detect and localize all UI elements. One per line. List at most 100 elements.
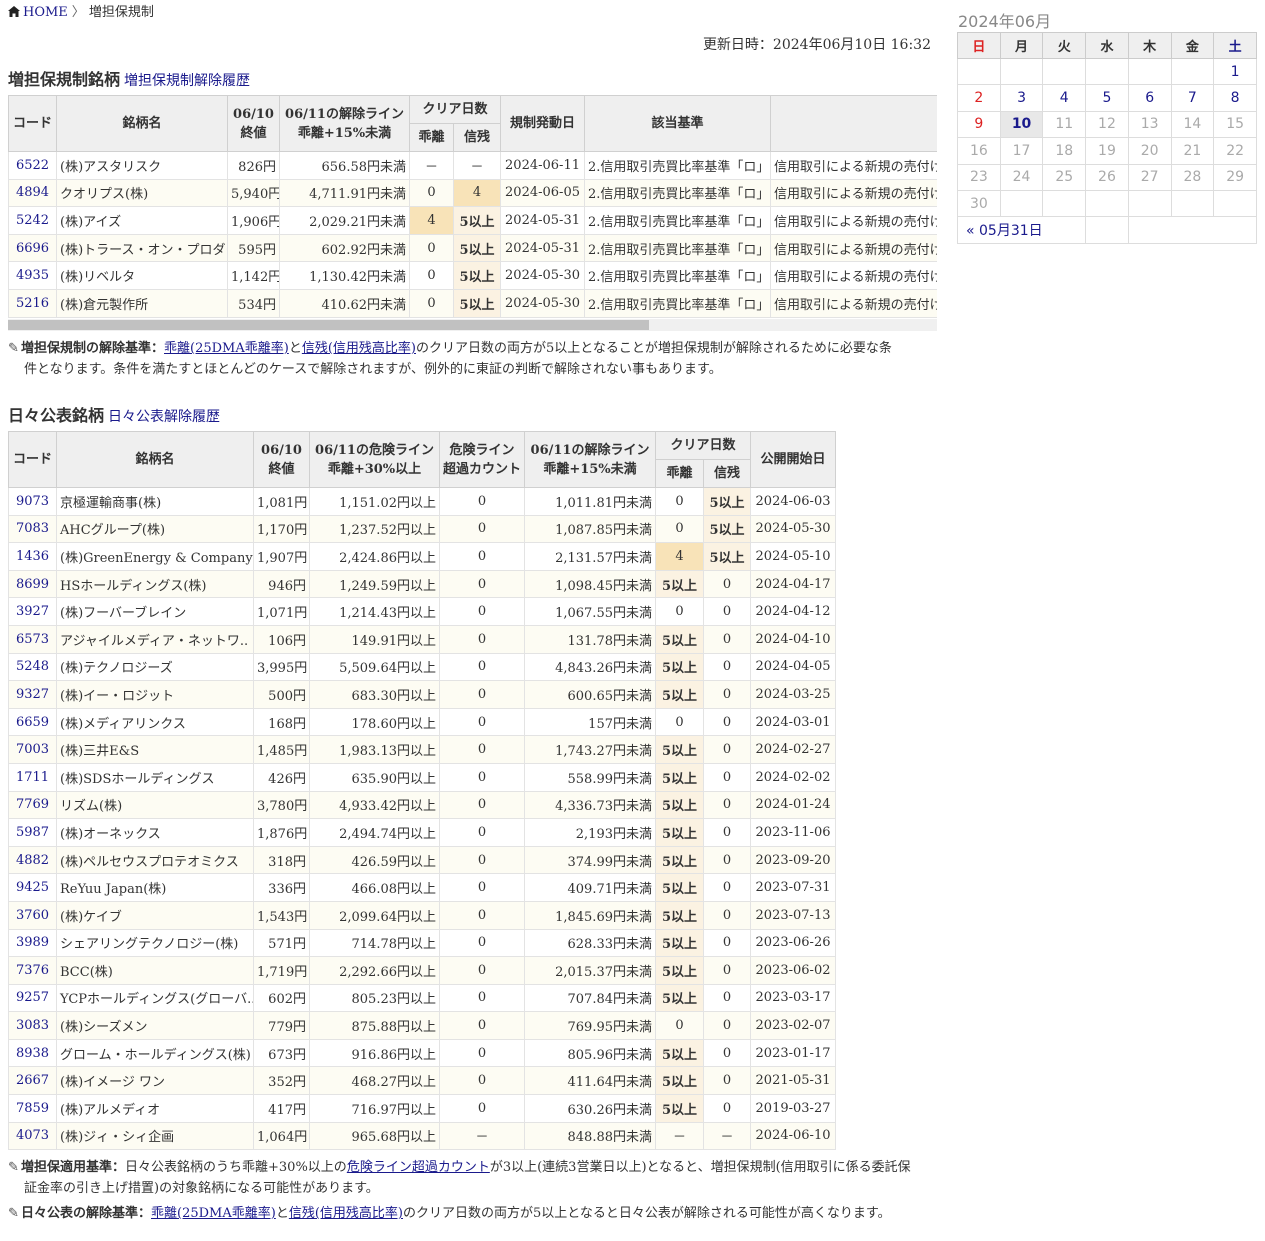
close-price-cell: 534円 (227, 288, 280, 318)
calendar-day[interactable]: 1 (1213, 57, 1257, 86)
code-cell: 4882 (8, 845, 57, 875)
calendar-day[interactable]: 8 (1213, 84, 1257, 112)
stock-code-link[interactable]: 8699 (16, 577, 49, 592)
start-date-cell: 2024-02-27 (750, 735, 837, 764)
criteria-cell: 2.信用取引売買比率基準「ロ」 (584, 178, 772, 208)
stock-code-link[interactable]: 6659 (16, 715, 49, 730)
shinzan-clear-cell: － (452, 151, 502, 180)
code-cell: 3989 (8, 928, 57, 958)
calendar-empty-cell (1127, 57, 1172, 86)
stock-code-link[interactable]: 2667 (16, 1073, 49, 1088)
shinzan-help-link[interactable]: 信残(信用残高比率) (289, 1206, 403, 1221)
stock-name-cell: シェアリングテクノロジー(株) (56, 928, 254, 958)
code-cell: 7003 (8, 735, 57, 764)
calendar-day[interactable]: 10 (999, 110, 1044, 139)
stock-code-link[interactable]: 5248 (16, 659, 49, 674)
code-cell: 6696 (8, 233, 57, 263)
th-shinzan: 信残 (702, 459, 752, 488)
danger-count-cell: 0 (439, 624, 525, 654)
shinzan-clear-cell: 0 (702, 707, 752, 737)
calendar-day[interactable]: 9 (957, 110, 1001, 139)
stock-code-link[interactable]: 7376 (16, 963, 49, 978)
stock-code-link[interactable]: 7859 (16, 1101, 49, 1116)
code-cell: 3927 (8, 597, 57, 626)
shinzan-clear-cell: 5以上 (702, 487, 752, 516)
danger-count-cell: 0 (439, 652, 525, 682)
stock-code-link[interactable]: 7083 (16, 521, 49, 536)
stock-code-link[interactable]: 4073 (16, 1128, 49, 1143)
stock-code-link[interactable]: 4935 (16, 268, 49, 283)
calendar-day[interactable]: 5 (1085, 84, 1129, 112)
stock-code-link[interactable]: 6522 (16, 158, 49, 173)
calendar-weekday: 火 (1042, 32, 1087, 59)
calendar-day: 21 (1170, 137, 1215, 165)
calendar-day[interactable]: 7 (1170, 84, 1215, 112)
stock-code-link[interactable]: 4894 (16, 185, 49, 200)
th-danger-count-sub: 超過カウント (443, 461, 522, 477)
release-line-cell: 628.33円未満 (524, 928, 656, 958)
code-cell: 4935 (8, 261, 57, 290)
trigger-date-cell: 2024-06-05 (500, 178, 586, 208)
release-line-cell: 411.64円未満 (524, 1066, 656, 1096)
stock-code-link[interactable]: 6573 (16, 632, 49, 647)
calendar-day[interactable]: 4 (1042, 84, 1087, 112)
note1-text-a: 日々公表銘柄のうち乖離+30%以上の (125, 1160, 347, 1175)
stock-code-link[interactable]: 9257 (16, 990, 49, 1005)
table-row: 3083 (株)シーズメン 779円 875.88円以上 0 769.95円未満 0 0 202… (8, 1011, 837, 1040)
kairi-help-link[interactable]: 乖離(25DMA乖離率) (164, 341, 289, 356)
code-cell: 4894 (8, 178, 57, 208)
start-date-cell: 2019-03-27 (750, 1094, 837, 1123)
danger-count-help-link[interactable]: 危険ライン超過カウント (347, 1160, 490, 1175)
stock-code-link[interactable]: 3083 (16, 1018, 49, 1033)
stock-code-link[interactable]: 3989 (16, 935, 49, 950)
stock-code-link[interactable]: 9327 (16, 687, 49, 702)
kairi-help-link[interactable]: 乖離(25DMA乖離率) (151, 1206, 276, 1221)
danger-count-cell: 0 (439, 873, 525, 902)
close-price-cell: 417円 (253, 1094, 310, 1123)
breadcrumb: HOME 〉増担保規制 (8, 4, 154, 22)
th-danger-line-title: 06/11の危険ライン (315, 442, 434, 458)
stock-code-link[interactable]: 1711 (16, 770, 49, 785)
start-date-cell: 2024-06-03 (750, 487, 837, 516)
release-line-cell: 769.95円未満 (524, 1011, 656, 1040)
shinzan-clear-cell: 0 (702, 818, 752, 847)
stock-code-link[interactable]: 5987 (16, 825, 49, 840)
shinzan-clear-cell: 0 (702, 1038, 752, 1068)
margin-regulation-table-scroll[interactable]: コード 銘柄名 06/10 終値 06/11の解除ライン 乖離+15%未満 クリア日… (8, 95, 937, 331)
stock-code-link[interactable]: 5216 (16, 296, 49, 311)
calendar-day[interactable]: 6 (1127, 84, 1172, 112)
calendar-prev-cell: « 05月31日 (956, 216, 1087, 244)
th-extra (770, 95, 937, 152)
close-price-cell: 1,064円 (253, 1121, 310, 1151)
stock-code-link[interactable]: 7003 (16, 742, 49, 757)
close-price-cell: 946円 (253, 569, 310, 599)
stock-code-link[interactable]: 9425 (16, 880, 49, 895)
stock-code-link[interactable]: 1436 (16, 549, 49, 564)
stock-code-link[interactable]: 3760 (16, 908, 49, 923)
breadcrumb-home-link[interactable]: HOME (23, 5, 68, 20)
stock-code-link[interactable]: 7769 (16, 797, 49, 812)
stock-code-link[interactable]: 4882 (16, 853, 49, 868)
shinzan-clear-cell: 4 (452, 178, 502, 208)
release-line-cell: 410.62円未満 (279, 288, 410, 318)
danger-line-cell: 5,509.64円以上 (309, 652, 440, 682)
stock-name-cell: グローム・ホールディングス(株) (56, 1038, 254, 1068)
stock-code-link[interactable]: 8938 (16, 1046, 49, 1061)
danger-line-cell: 466.08円以上 (309, 873, 440, 902)
stock-code-link[interactable]: 5242 (16, 213, 49, 228)
regulation-detail-cell: 信用取引による新規の売付け (770, 288, 937, 318)
stock-code-link[interactable]: 9073 (16, 494, 49, 509)
calendar-prev-link[interactable]: « 05月31日 (966, 223, 1043, 239)
th-release-line: 06/11の解除ライン 乖離+15%未満 (279, 95, 410, 152)
scrollbar-thumb[interactable] (8, 320, 649, 330)
section1-history-link[interactable]: 増担保規制解除履歴 (124, 73, 250, 89)
calendar-day[interactable]: 2 (957, 84, 1001, 112)
close-price-cell: 1,081円 (253, 487, 310, 516)
section2-history-link[interactable]: 日々公表解除履歴 (108, 409, 220, 425)
stock-code-link[interactable]: 6696 (16, 241, 49, 256)
shinzan-help-link[interactable]: 信残(信用残高比率) (302, 341, 416, 356)
calendar: 日月火水木金土 1 2 3 4 5 6 7 8 9 10 11 12 13 14 15 16 17 18 19 20 2… (956, 32, 1258, 244)
calendar-day[interactable]: 3 (999, 84, 1044, 112)
horizontal-scrollbar[interactable] (8, 319, 937, 331)
stock-code-link[interactable]: 3927 (16, 604, 49, 619)
